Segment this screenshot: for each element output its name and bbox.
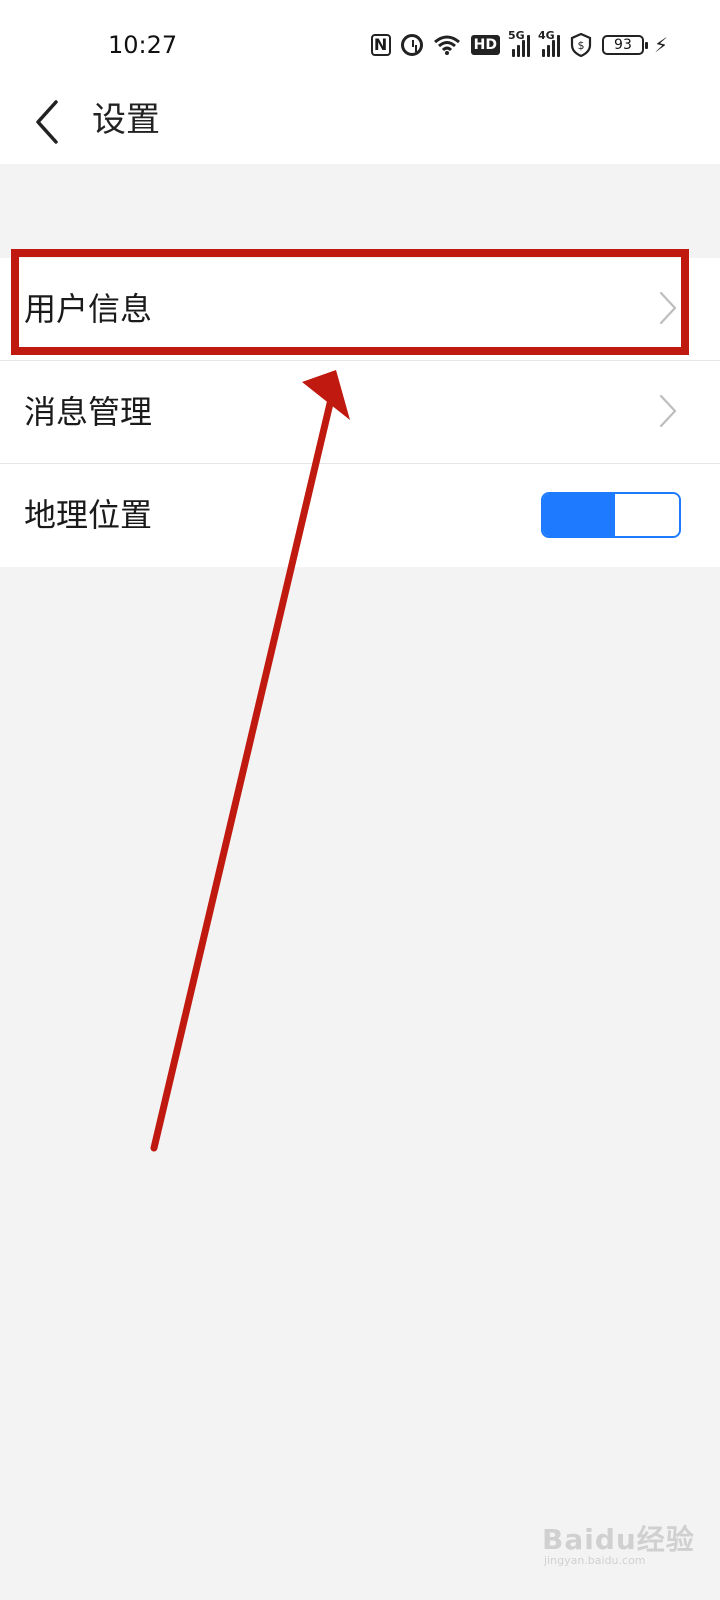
chevron-right-icon — [659, 394, 677, 428]
signal-5g-label: 5G — [507, 29, 525, 42]
toggle-fill — [543, 494, 615, 536]
chevron-right-icon — [659, 291, 677, 325]
watermark-brand: Baidu经验 — [542, 1523, 695, 1556]
signal-4g-label: 4G — [537, 29, 555, 42]
hd-icon: HD — [470, 35, 500, 55]
nfc-icon: N — [370, 34, 391, 56]
charging-icon: ⚡ — [653, 33, 668, 57]
status-icons: N HD 5G 4G $ 93 ⚡ — [370, 29, 668, 60]
annotation-arrow — [150, 370, 350, 1152]
shield-icon: $ — [570, 33, 592, 57]
signal-5g-icon: 5G — [508, 29, 530, 57]
status-time: 10:27 — [108, 31, 178, 59]
settings-row-location: 地理位置 — [0, 464, 720, 567]
signal-4g-icon: 4G — [538, 29, 560, 57]
settings-row-message-management[interactable]: 消息管理 — [0, 361, 720, 464]
settings-row-user-info[interactable]: 用户信息 — [0, 258, 720, 361]
alarm-icon — [400, 34, 423, 56]
page-title: 设置 — [92, 100, 160, 140]
back-button[interactable] — [26, 92, 76, 152]
watermark-url: jingyan.baidu.com — [544, 1554, 646, 1567]
nav-bar: 设置 — [0, 90, 720, 164]
battery-icon: 93 — [601, 35, 648, 55]
toggle-knob — [615, 494, 679, 536]
settings-row-label: 用户信息 — [24, 290, 153, 328]
settings-list: 用户信息 消息管理 地理位置 — [0, 258, 720, 567]
chevron-left-icon — [36, 100, 58, 144]
svg-text:$: $ — [577, 39, 584, 52]
location-toggle[interactable] — [541, 492, 681, 538]
status-bar: 10:27 N HD 5G 4G $ 93 ⚡ — [0, 0, 720, 90]
settings-row-label: 地理位置 — [24, 496, 153, 534]
settings-row-label: 消息管理 — [24, 393, 153, 431]
watermark: Baidu经验 jingyan.baidu.com — [542, 1492, 712, 1572]
wifi-icon — [433, 35, 460, 55]
